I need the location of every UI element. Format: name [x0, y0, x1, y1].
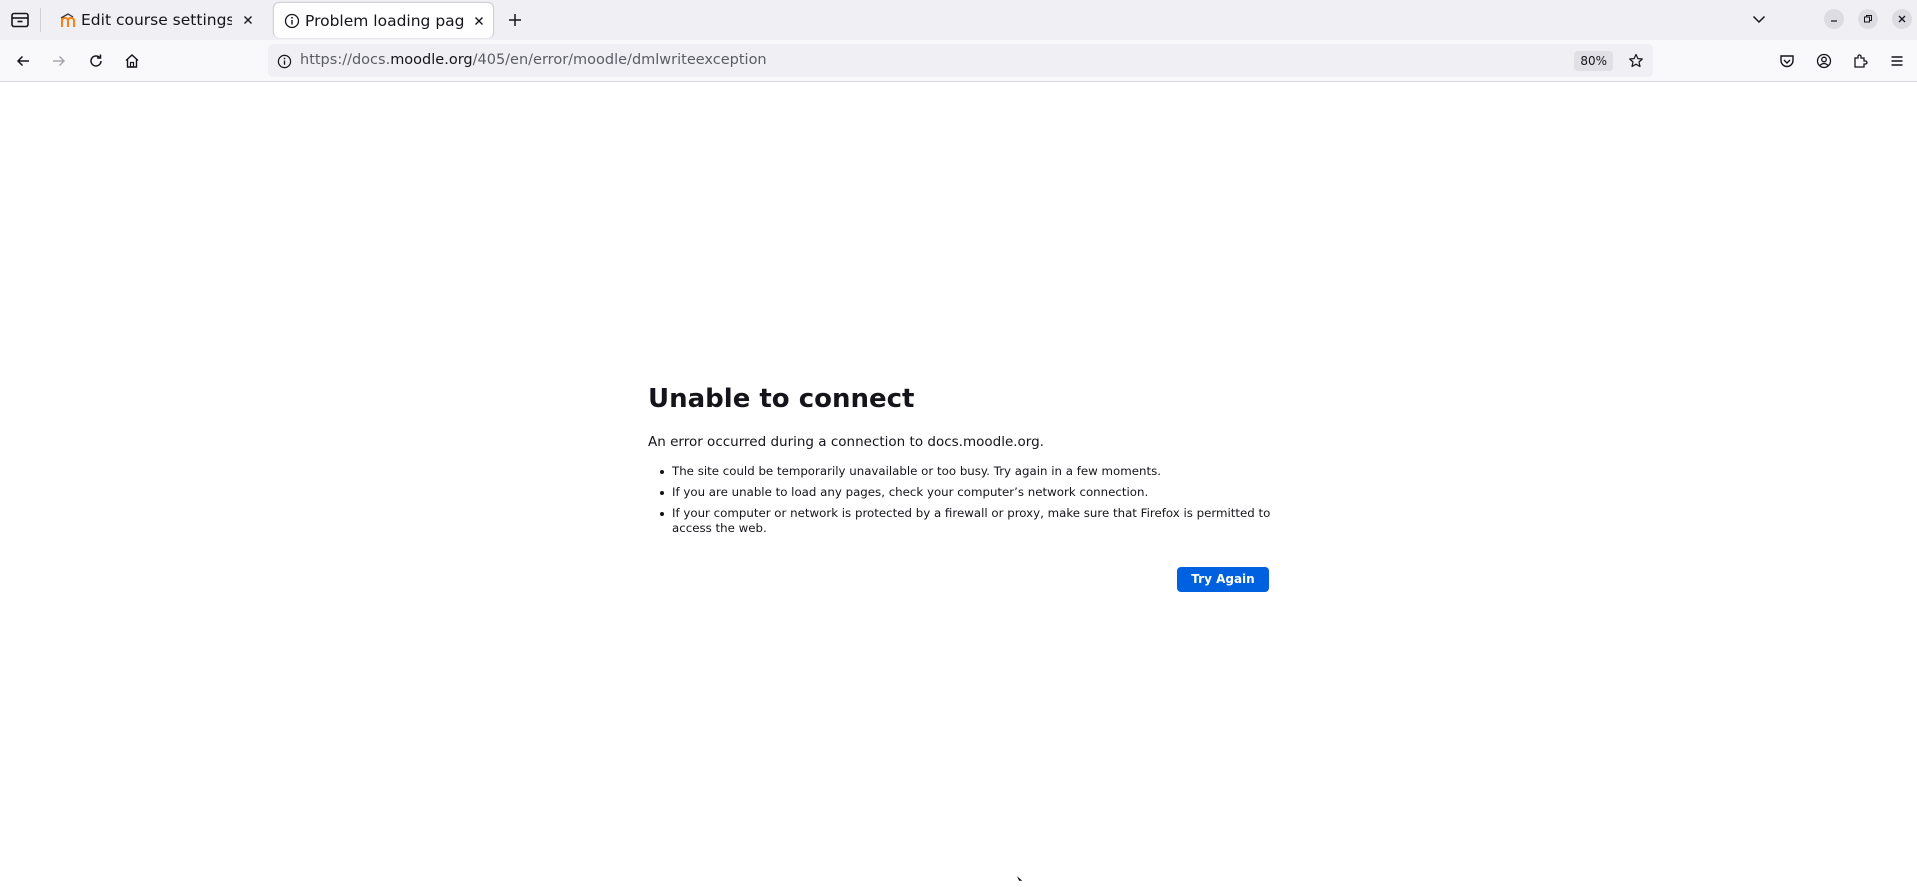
close-tab-icon[interactable] [240, 12, 256, 28]
home-icon[interactable] [121, 51, 143, 71]
menu-icon[interactable] [1886, 51, 1908, 71]
firefox-view-icon[interactable] [9, 10, 31, 30]
close-window-icon[interactable] [1892, 9, 1912, 29]
tab-divider [40, 8, 41, 32]
mouse-cursor-icon [1015, 868, 1024, 887]
tab-problem-loading-page[interactable]: Problem loading page [273, 2, 494, 38]
url-bar[interactable]: https://docs.moodle.org/405/en/error/moo… [268, 44, 1653, 77]
list-item: If your computer or network is protected… [660, 506, 1280, 536]
url-host: moodle.org [390, 52, 473, 68]
account-icon[interactable] [1813, 51, 1835, 71]
info-icon [284, 13, 300, 29]
bookmark-star-icon[interactable] [1627, 52, 1645, 70]
back-icon[interactable] [12, 51, 34, 71]
moodle-favicon-icon [60, 13, 76, 29]
url-path: /405/en/error/moodle/dmlwriteexception [472, 52, 767, 68]
try-again-button[interactable]: Try Again [1177, 567, 1269, 592]
close-tab-icon[interactable] [471, 13, 487, 29]
pocket-icon[interactable] [1776, 51, 1798, 71]
url-scheme: https://docs. [300, 52, 391, 68]
restore-icon[interactable] [1858, 9, 1878, 29]
list-item: The site could be temporarily unavailabl… [660, 464, 1280, 479]
minimize-icon[interactable] [1824, 9, 1844, 29]
navigation-toolbar: https://docs.moodle.org/405/en/error/moo… [0, 40, 1917, 82]
list-item: If you are unable to load any pages, che… [660, 485, 1280, 500]
error-description: An error occurred during a connection to… [648, 434, 1044, 450]
url-text: https://docs.moodle.org/405/en/error/moo… [300, 52, 767, 69]
error-suggestions: The site could be temporarily unavailabl… [660, 464, 1280, 542]
reload-icon[interactable] [85, 51, 107, 71]
zoom-level-button[interactable]: 80% [1574, 51, 1613, 71]
tab-strip: Edit course settings | FDI Problem loadi… [0, 0, 1917, 40]
new-tab-icon[interactable] [504, 10, 526, 30]
tab-edit-course-settings[interactable]: Edit course settings | FDI [47, 2, 262, 39]
tab-title: Edit course settings | FDI [81, 11, 232, 29]
list-all-tabs-icon[interactable] [1748, 9, 1770, 29]
page-title: Unable to connect [648, 384, 915, 414]
site-info-icon[interactable] [276, 53, 292, 69]
tab-title: Problem loading page [305, 12, 465, 30]
forward-icon [48, 51, 70, 71]
extensions-icon[interactable] [1849, 51, 1871, 71]
